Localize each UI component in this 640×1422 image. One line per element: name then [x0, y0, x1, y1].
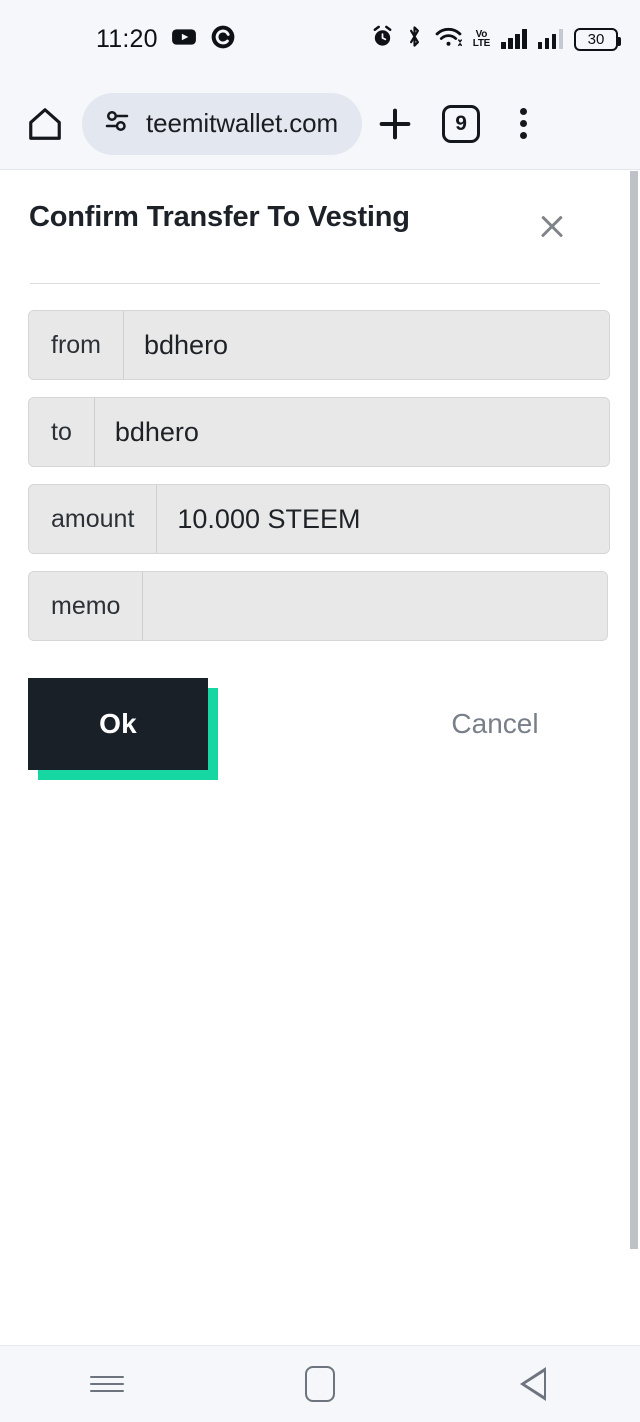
back-triangle-icon[interactable] [478, 1354, 588, 1414]
browser-toolbar: teemitwallet.com 9 [0, 78, 640, 170]
dialog-header: Confirm Transfer To Vesting [0, 171, 630, 246]
android-nav-bar [0, 1345, 640, 1422]
close-icon[interactable] [532, 206, 572, 246]
ok-button[interactable]: Ok [28, 678, 208, 770]
phone-screen: 11:20 Vo LTE 30 teemitwallet.com 9 Confi… [0, 0, 640, 1422]
field-label-memo: memo [29, 572, 144, 640]
volte-bottom-text: LTE [472, 38, 491, 49]
status-bar-right: Vo LTE 30 [371, 24, 621, 54]
field-value-memo [143, 572, 607, 640]
status-bar: 11:20 Vo LTE 30 [0, 0, 640, 78]
recents-icon[interactable] [52, 1354, 162, 1414]
home-square-icon[interactable] [265, 1354, 375, 1414]
chrome-c-icon [210, 24, 236, 55]
cancel-button-label: Cancel [451, 708, 539, 739]
field-value-amount: 10.000 STEEM [157, 485, 609, 553]
battery-percent-text: 30 [587, 30, 605, 48]
web-content-area: Confirm Transfer To Vesting from bdhero … [0, 171, 640, 1345]
page-scrollbar[interactable] [630, 171, 640, 1345]
field-label-to: to [29, 398, 95, 466]
dialog-actions: Ok Cancel [0, 678, 630, 788]
volte-icon: Vo LTE [472, 30, 491, 49]
battery-icon: 30 [574, 27, 621, 51]
field-row-memo: memo [28, 571, 608, 641]
field-value-from: bdhero [124, 311, 609, 379]
field-label-amount: amount [29, 485, 158, 553]
status-bar-left: 11:20 [0, 24, 236, 55]
status-clock: 11:20 [96, 24, 158, 53]
transfer-fields: from bdhero to bdhero amount 10.000 STEE… [0, 284, 630, 641]
field-value-to: bdhero [94, 398, 609, 466]
alarm-icon [371, 25, 394, 53]
url-bar[interactable]: teemitwallet.com [82, 92, 363, 155]
field-row-amount: amount 10.000 STEEM [28, 484, 610, 554]
tab-count-text: 9 [455, 112, 467, 135]
scrollbar-thumb[interactable] [630, 171, 638, 1249]
tab-counter-button[interactable]: 9 [442, 104, 481, 143]
plus-icon[interactable] [362, 104, 428, 144]
field-row-to: to bdhero [28, 397, 610, 467]
field-row-from: from bdhero [28, 310, 610, 380]
wifi-icon [435, 26, 463, 53]
page-title: Confirm Transfer To Vesting [29, 201, 410, 233]
signal-bars-sim1 [501, 29, 527, 49]
signal-bars-sim2 [537, 29, 563, 49]
three-dot-menu-icon[interactable] [492, 108, 554, 139]
url-text[interactable]: teemitwallet.com [146, 108, 338, 139]
tune-icon[interactable] [102, 106, 132, 141]
field-label-from: from [29, 311, 124, 379]
home-icon[interactable] [14, 105, 76, 143]
ok-button-label: Ok [99, 708, 137, 739]
confirm-transfer-dialog: Confirm Transfer To Vesting from bdhero … [0, 171, 630, 788]
youtube-icon [171, 24, 197, 55]
bluetooth-icon [405, 24, 424, 54]
cancel-button[interactable]: Cancel [400, 678, 590, 770]
